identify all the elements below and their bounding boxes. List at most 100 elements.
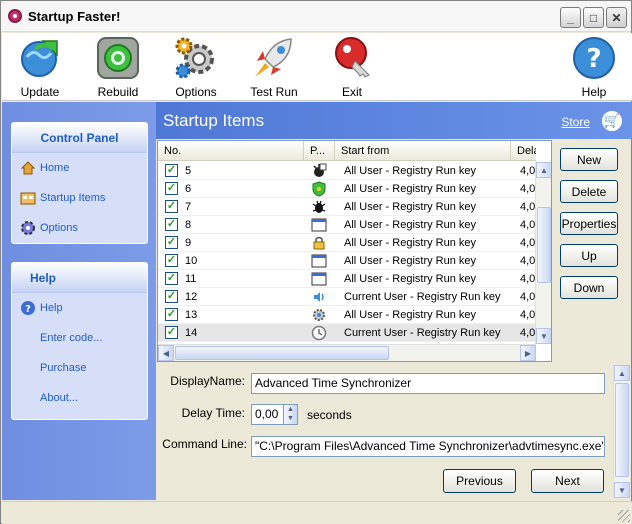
cart-icon[interactable]: 🛒 — [600, 109, 624, 133]
row-checkbox[interactable]: ✓ — [165, 164, 178, 177]
table-row[interactable]: ✓ 14 Current User - Registry Run key 4,0 — [158, 324, 536, 342]
row-number: 12 — [185, 290, 198, 303]
list-rows: ✓ 5 All User - Registry Run key 4,0 ✓ 6 All Us… — [158, 162, 536, 342]
sidebar-item-label: Enter code... — [40, 332, 103, 344]
row-checkbox[interactable]: ✓ — [165, 200, 178, 213]
next-button[interactable]: Next — [531, 469, 604, 493]
hscroll-thumb[interactable] — [175, 346, 389, 360]
sidebar-item-options[interactable]: Options — [12, 213, 147, 243]
row-checkbox[interactable]: ✓ — [165, 182, 178, 195]
row-start-from: Current User - Registry Run key — [344, 290, 501, 303]
sidebar-item-purchase[interactable]: Purchase — [12, 353, 147, 383]
startup-items-icon — [20, 192, 36, 205]
delay-time-field[interactable]: 0,00 — [251, 404, 285, 425]
help-icon: ? — [21, 301, 35, 315]
store-link[interactable]: Store — [561, 115, 590, 129]
sidebar-item-startup-items[interactable]: Startup Items — [12, 183, 147, 213]
options-icon — [21, 221, 35, 235]
row-start-from: All User - Registry Run key — [344, 200, 477, 213]
row-checkbox[interactable]: ✓ — [165, 326, 178, 339]
row-number: 13 — [185, 308, 198, 321]
window-controls: _ □ ✕ — [560, 7, 627, 28]
exit-button[interactable]: Exit — [322, 35, 382, 99]
scroll-thumb[interactable] — [537, 207, 551, 283]
command-line-field[interactable]: "C:\Program Files\Advanced Time Synchron… — [251, 436, 605, 457]
new-button[interactable]: New — [560, 148, 618, 171]
stepper-up-icon[interactable]: ▲ — [284, 405, 297, 414]
details-scroll-up-icon[interactable]: ▲ — [614, 365, 630, 381]
properties-button[interactable]: Properties — [560, 212, 618, 235]
column-header-delay[interactable]: Delay t — [511, 141, 536, 161]
row-checkbox[interactable]: ✓ — [165, 308, 178, 321]
row-checkbox[interactable]: ✓ — [165, 236, 178, 249]
row-checkbox[interactable]: ✓ — [165, 290, 178, 303]
delay-unit-label: seconds — [307, 408, 352, 422]
testrun-button[interactable]: Test Run — [244, 35, 304, 99]
details-scroll-thumb[interactable] — [615, 383, 629, 477]
delete-button[interactable]: Delete — [560, 180, 618, 203]
table-row[interactable]: ✓ 9 All User - Registry Run key 4,0 — [158, 234, 536, 252]
status-bar — [2, 501, 632, 524]
row-checkbox[interactable]: ✓ — [165, 218, 178, 231]
column-header-no[interactable]: No. — [158, 141, 304, 161]
speaker-icon — [314, 291, 324, 302]
key-icon — [335, 37, 370, 78]
up-button[interactable]: Up — [560, 244, 618, 267]
scroll-left-icon[interactable]: ◀ — [158, 345, 174, 361]
table-row[interactable]: ✓ 11 All User - Registry Run key 4,0 — [158, 270, 536, 288]
resize-grip[interactable] — [618, 510, 630, 522]
sidebar-item-help[interactable]: ? Help — [12, 293, 147, 323]
rebuild-button[interactable]: Rebuild — [88, 35, 148, 99]
down-button[interactable]: Down — [560, 276, 618, 299]
table-row[interactable]: ✓ 13 All User - Registry Run key 4,0 — [158, 306, 536, 324]
list-vertical-scrollbar[interactable]: ▲ ▼ — [535, 162, 551, 344]
sidebar-item-about[interactable]: About... — [12, 383, 147, 413]
help-button[interactable]: ? Help — [564, 35, 624, 99]
main-header: Startup Items Store 🛒 — [156, 102, 632, 139]
stepper-down-icon[interactable]: ▼ — [284, 414, 297, 423]
sidebar-item-label: Home — [40, 162, 70, 174]
sidebar-item-enter-code[interactable]: Enter code... — [12, 323, 147, 353]
minimize-button[interactable]: _ — [560, 7, 581, 28]
table-row[interactable]: ✓ 6 All User - Registry Run key 4,0 — [158, 180, 536, 198]
row-start-from: All User - Registry Run key — [344, 182, 477, 195]
main-window: Startup Faster! _ □ ✕ Update Rebuild Opt… — [0, 0, 632, 524]
table-row[interactable]: ✓ 8 All User - Registry Run key 4,0 — [158, 216, 536, 234]
sidebar: Control Panel Home Startup Items Options… — [2, 102, 156, 500]
question-icon: ? — [573, 37, 615, 79]
row-checkbox[interactable]: ✓ — [165, 272, 178, 285]
previous-button[interactable]: Previous — [443, 469, 516, 493]
close-button[interactable]: ✕ — [606, 7, 627, 28]
row-start-from: All User - Registry Run key — [344, 164, 477, 177]
startup-items-list[interactable]: No. P... Start from Delay t ✓ 5 All User -… — [157, 140, 552, 362]
table-row[interactable]: ✓ 12 Current User - Registry Run key 4,0 — [158, 288, 536, 306]
row-delay: 4,0 — [520, 272, 536, 285]
table-row[interactable]: ✓ 10 All User - Registry Run key 4,0 — [158, 252, 536, 270]
row-delay: 4,0 — [520, 182, 536, 195]
column-header-start-from[interactable]: Start from — [335, 141, 511, 161]
details-scroll-down-icon[interactable]: ▼ — [614, 482, 630, 498]
table-row[interactable]: ✓ 7 All User - Registry Run key 4,0 — [158, 198, 536, 216]
row-delay: 4,0 — [520, 236, 536, 249]
options-button[interactable]: Options — [166, 35, 226, 99]
row-start-from: All User - Registry Run key — [344, 236, 477, 249]
list-horizontal-scrollbar[interactable]: ◀ ▶ — [158, 344, 536, 361]
scroll-up-icon[interactable]: ▲ — [536, 162, 551, 178]
display-name-field[interactable]: Advanced Time Synchronizer — [251, 373, 605, 394]
row-delay: 4,0 — [520, 164, 536, 177]
scroll-right-icon[interactable]: ▶ — [520, 345, 536, 361]
sidebar-item-label: Options — [40, 222, 78, 234]
row-checkbox[interactable]: ✓ — [165, 254, 178, 267]
details-scrollbar[interactable]: ▲ ▼ — [613, 365, 630, 498]
scroll-down-icon[interactable]: ▼ — [536, 328, 551, 344]
list-header: No. P... Start from Delay t — [158, 141, 536, 161]
maximize-button[interactable]: □ — [583, 7, 604, 28]
svg-text:?: ? — [25, 304, 31, 315]
rebuild-icon — [97, 37, 139, 79]
delay-stepper[interactable]: ▲ ▼ — [283, 404, 298, 425]
table-row[interactable]: ✓ 5 All User - Registry Run key 4,0 — [158, 162, 536, 180]
update-button[interactable]: Update — [10, 35, 70, 99]
column-header-p[interactable]: P... — [304, 141, 335, 161]
row-number: 14 — [185, 326, 198, 339]
sidebar-item-home[interactable]: Home — [12, 153, 147, 183]
